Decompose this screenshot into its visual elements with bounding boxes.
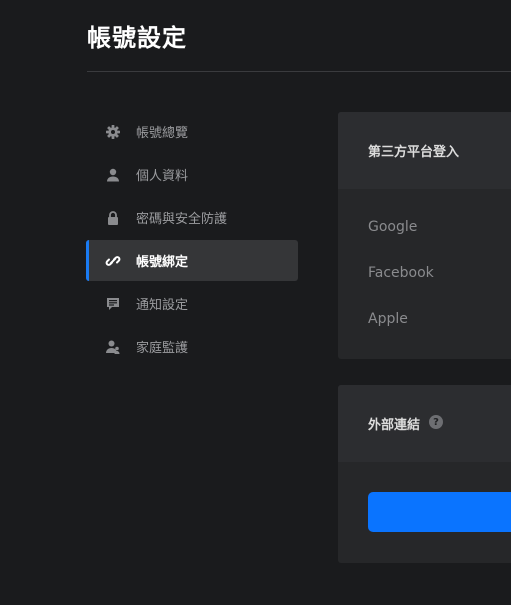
sidebar: 帳號總覽 個人資料 密碼與安全防護 帳號綁定 通知設定 家庭監護 xyxy=(86,111,298,369)
sidebar-item-label: 帳號綁定 xyxy=(136,255,189,270)
sidebar-item-account-binding[interactable]: 帳號綁定 xyxy=(86,240,298,281)
family-icon xyxy=(105,339,121,355)
message-icon xyxy=(105,296,121,312)
sidebar-item-account-overview[interactable]: 帳號總覽 xyxy=(86,111,298,152)
help-icon[interactable]: ? xyxy=(429,415,444,429)
sidebar-item-notification-settings[interactable]: 通知設定 xyxy=(86,283,298,324)
account-settings-page: 帳號設定 帳號總覽 個人資料 密碼與安全防護 帳號綁定 通知設定 家庭監護 第三… xyxy=(0,0,511,605)
external-links-card: 外部連結 ? xyxy=(338,385,511,563)
sidebar-item-password-security[interactable]: 密碼與安全防護 xyxy=(86,197,298,238)
page-title: 帳號設定 xyxy=(87,24,187,52)
lock-icon xyxy=(105,210,121,226)
provider-google[interactable]: Google xyxy=(368,204,511,250)
provider-facebook[interactable]: Facebook xyxy=(368,250,511,296)
sidebar-item-label: 個人資料 xyxy=(136,169,189,184)
sidebar-item-label: 密碼與安全防護 xyxy=(136,212,228,227)
provider-list: Google Facebook Apple xyxy=(338,189,511,342)
provider-apple[interactable]: Apple xyxy=(368,296,511,342)
third-party-login-header: 第三方平台登入 xyxy=(338,112,511,189)
third-party-login-card: 第三方平台登入 Google Facebook Apple xyxy=(338,112,511,359)
sidebar-item-personal-info[interactable]: 個人資料 xyxy=(86,154,298,195)
sidebar-item-label: 家庭監護 xyxy=(136,341,189,356)
gear-icon xyxy=(105,124,121,140)
external-links-title: 外部連結 xyxy=(368,418,421,433)
title-divider xyxy=(87,71,511,72)
sidebar-item-family-monitoring[interactable]: 家庭監護 xyxy=(86,326,298,367)
sidebar-item-label: 帳號總覽 xyxy=(136,126,189,141)
person-icon xyxy=(105,167,121,183)
sidebar-item-label: 通知設定 xyxy=(136,298,189,313)
external-links-header: 外部連結 ? xyxy=(338,385,511,462)
link-icon xyxy=(105,253,121,269)
external-link-button[interactable] xyxy=(368,492,511,532)
